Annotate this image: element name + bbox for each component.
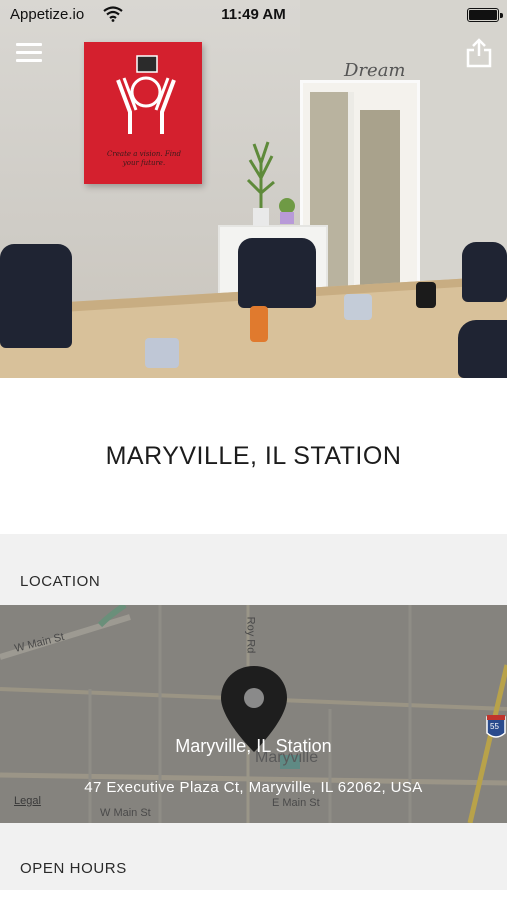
open-hours-label: OPEN HOURS (20, 860, 127, 877)
street-label: Roy Rd (244, 616, 257, 654)
page-title: MARYVILLE, IL STATION (105, 442, 402, 470)
street-label: E Main St (272, 797, 320, 809)
plant-icon (279, 198, 295, 224)
open-hours-section-header: OPEN HOURS (0, 823, 507, 890)
hamburger-menu-icon[interactable] (16, 42, 42, 64)
sign-text: Create a vision. Find your future. (107, 150, 181, 167)
location-section-header: LOCATION (0, 534, 507, 605)
title-section: MARYVILLE, IL STATION (0, 378, 507, 534)
candy-jar (145, 338, 179, 368)
battery-icon (467, 8, 503, 22)
door-frame-divider (348, 92, 354, 288)
map-place-name: Maryville, IL Station (175, 736, 332, 756)
map-legal-link[interactable]: Legal (14, 795, 41, 807)
share-icon[interactable] (465, 38, 493, 68)
mug (416, 282, 436, 308)
candy-jar (344, 294, 372, 320)
door-panel (360, 110, 400, 288)
content-below (0, 890, 507, 900)
location-label: LOCATION (20, 573, 101, 590)
chair (462, 242, 507, 302)
candy-jar (250, 306, 268, 342)
map-address: 47 Executive Plaza Ct, Maryville, IL 620… (84, 779, 423, 796)
status-bar: Appetize.io 11:49 AM (0, 0, 507, 30)
chair (238, 238, 316, 308)
street-label: W Main St (100, 807, 151, 819)
clock: 11:49 AM (221, 6, 286, 23)
chair (0, 244, 72, 348)
wall-lettering: Dream (344, 60, 406, 81)
plant-icon (246, 141, 275, 226)
highway-shield-label: 55 (490, 722, 499, 731)
hero-photo: Dream Create a vision. Find your future. (0, 0, 507, 378)
chair (458, 320, 507, 378)
